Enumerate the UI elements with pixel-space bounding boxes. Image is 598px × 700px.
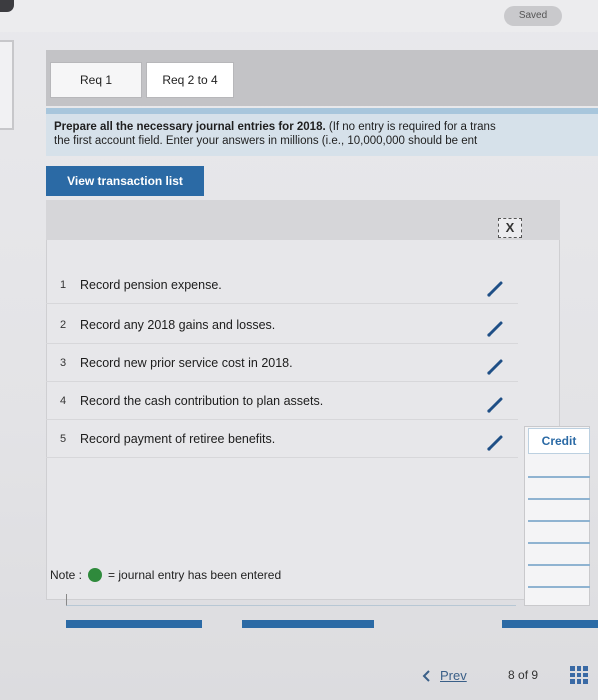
footer-line bbox=[66, 594, 516, 606]
bottom-button-bar[interactable] bbox=[242, 620, 374, 628]
page-total: 9 bbox=[531, 668, 539, 682]
pencil-icon[interactable] bbox=[486, 280, 504, 298]
entry-text: Record the cash contribution to plan ass… bbox=[80, 393, 324, 408]
page-indicator: 8 of 9 bbox=[508, 668, 538, 682]
entry-row-5[interactable]: 5 Record payment of retiree benefits. bbox=[46, 420, 518, 458]
instruction-bold: Prepare all the necessary journal entrie… bbox=[54, 121, 326, 133]
entry-text: Record payment of retiree benefits. bbox=[80, 431, 276, 446]
entry-number: 5 bbox=[59, 432, 67, 445]
tab-req-1[interactable]: Req 1 bbox=[50, 62, 142, 98]
entry-number: 1 bbox=[59, 278, 67, 291]
page-current: 8 bbox=[508, 668, 515, 682]
bottom-button-bar[interactable] bbox=[66, 620, 202, 628]
view-transaction-list-button[interactable]: View transaction list bbox=[46, 166, 204, 196]
close-icon[interactable]: X bbox=[498, 218, 522, 238]
pencil-icon[interactable] bbox=[486, 358, 504, 376]
credit-input-line[interactable] bbox=[528, 476, 590, 478]
instruction-line1-rest: (If no entry is required for a trans bbox=[325, 121, 496, 133]
pencil-icon[interactable] bbox=[486, 320, 504, 338]
prev-label: Prev bbox=[440, 668, 467, 683]
entry-text: Record pension expense. bbox=[80, 277, 222, 292]
entry-row-1[interactable]: 1 Record pension expense. bbox=[46, 266, 518, 304]
entry-row-2[interactable]: 2 Record any 2018 gains and losses. bbox=[46, 306, 518, 344]
credit-input-line[interactable] bbox=[528, 542, 590, 544]
entered-dot-icon bbox=[88, 568, 103, 582]
panel-header bbox=[46, 200, 560, 240]
pencil-icon[interactable] bbox=[486, 434, 504, 452]
grid-menu-icon[interactable] bbox=[570, 666, 588, 684]
chevron-left-icon bbox=[422, 669, 430, 682]
entry-row-4[interactable]: 4 Record the cash contribution to plan a… bbox=[46, 382, 518, 420]
page-of: of bbox=[518, 668, 529, 682]
credit-header: Credit bbox=[528, 428, 590, 454]
saved-badge: Saved bbox=[504, 6, 562, 26]
tab-req-2-to-4[interactable]: Req 2 to 4 bbox=[146, 62, 234, 98]
credit-input-line[interactable] bbox=[528, 586, 590, 588]
entry-number: 2 bbox=[59, 318, 67, 331]
note: Note : = journal entry has been entered bbox=[50, 568, 281, 582]
credit-input-line[interactable] bbox=[528, 498, 590, 500]
instruction-box: Prepare all the necessary journal entrie… bbox=[46, 108, 598, 156]
entry-text: Record any 2018 gains and losses. bbox=[80, 317, 276, 332]
credit-input-line[interactable] bbox=[528, 520, 590, 522]
entry-row-3[interactable]: 3 Record new prior service cost in 2018. bbox=[46, 344, 518, 382]
entry-text: Record new prior service cost in 2018. bbox=[80, 355, 293, 370]
entry-number: 4 bbox=[59, 394, 67, 407]
entry-number: 3 bbox=[59, 356, 67, 369]
credit-input-line[interactable] bbox=[528, 564, 590, 566]
note-suffix: = journal entry has been entered bbox=[108, 568, 282, 582]
prev-button[interactable]: Prev bbox=[422, 668, 467, 683]
side-frame bbox=[0, 40, 14, 130]
instruction-line2: the first account field. Enter your answ… bbox=[54, 135, 478, 147]
bottom-button-bar[interactable] bbox=[502, 620, 598, 628]
pencil-icon[interactable] bbox=[486, 396, 504, 414]
note-prefix: Note : bbox=[50, 568, 83, 582]
